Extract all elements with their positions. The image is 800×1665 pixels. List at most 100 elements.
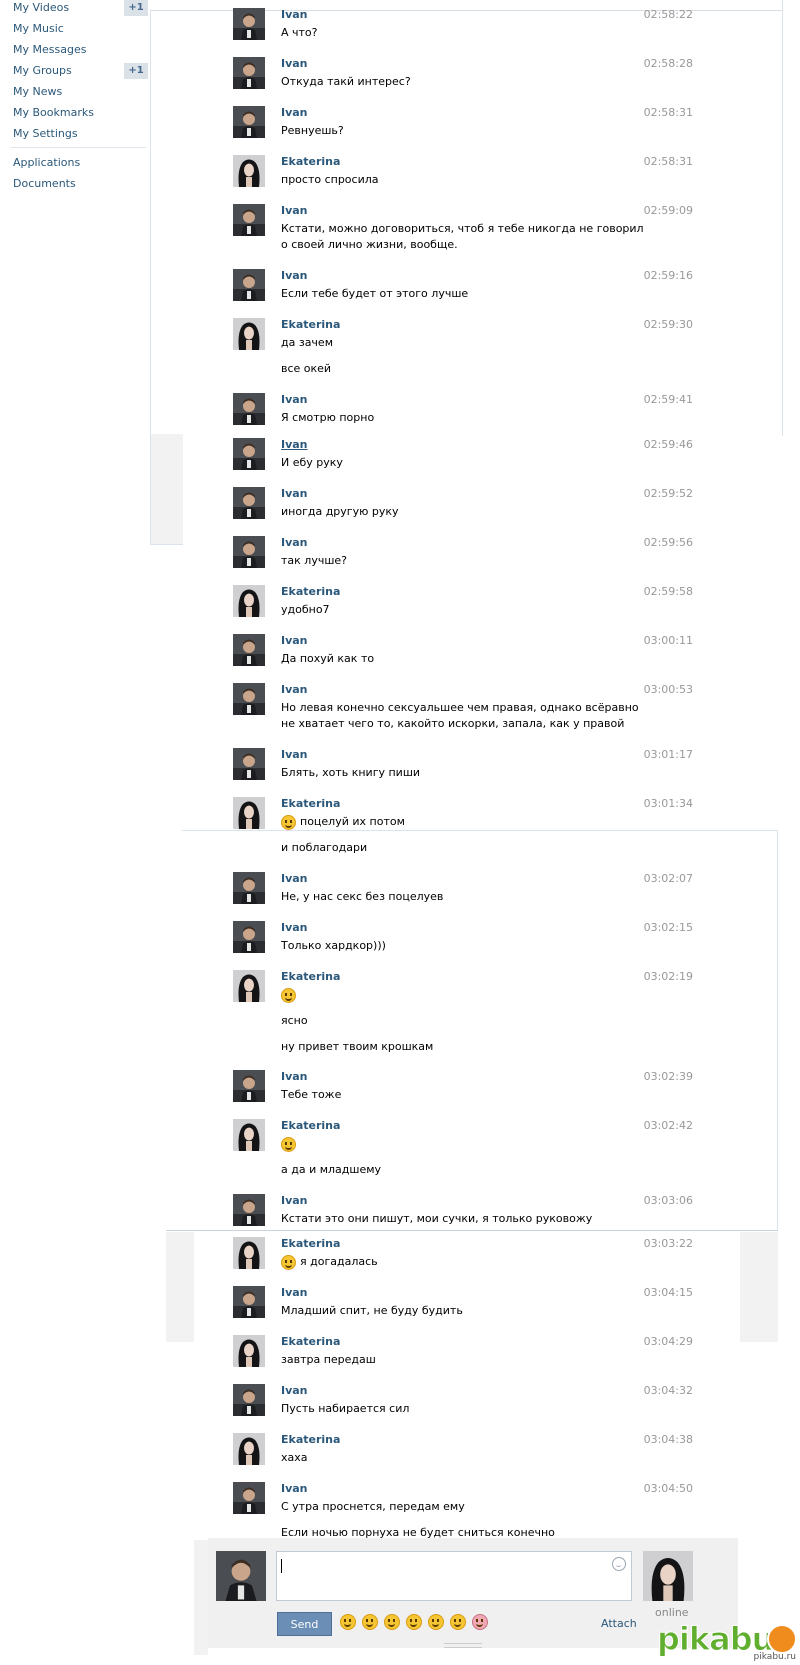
message-author[interactable]: Ivan	[281, 1286, 308, 1299]
message-author[interactable]: Ivan	[281, 8, 308, 21]
ekaterina-avatar[interactable]	[233, 585, 265, 617]
message-text-content: Младший спит, не буду будить	[281, 1304, 463, 1317]
message-time: 02:59:30	[643, 318, 693, 331]
attach-link[interactable]: Attach	[601, 1617, 637, 1630]
ekaterina-avatar[interactable]	[233, 155, 265, 187]
ivan-avatar[interactable]	[233, 634, 265, 666]
message-time: 02:59:16	[643, 269, 693, 282]
grin-icon[interactable]	[362, 1614, 378, 1630]
ekaterina-avatar[interactable]	[233, 797, 265, 829]
ivan-avatar[interactable]	[233, 106, 265, 138]
message-text-content: Да похуй как то	[281, 652, 375, 665]
sidebar-item-my-music[interactable]: My Music	[0, 21, 148, 42]
happy-icon[interactable]	[450, 1614, 466, 1630]
ivan-avatar[interactable]	[233, 204, 265, 236]
message-text-content: поцелуй их потом	[300, 815, 405, 828]
message-author[interactable]: Ivan	[281, 487, 308, 500]
message-text-content: Тебе тоже	[281, 1088, 342, 1101]
message-author[interactable]: Ekaterina	[281, 797, 340, 810]
ivan-avatar[interactable]	[233, 921, 265, 953]
message-text: удобно7	[281, 602, 651, 618]
message-author[interactable]: Ivan	[281, 921, 308, 934]
message-author[interactable]: Ivan	[281, 106, 308, 119]
send-button[interactable]: Send	[277, 1612, 332, 1636]
message-author[interactable]: Ivan	[281, 269, 308, 282]
sidebar-item-applications[interactable]: Applications	[0, 155, 148, 176]
ivan-avatar[interactable]	[233, 872, 265, 904]
ivan-avatar[interactable]	[233, 1286, 265, 1318]
message-time: 03:01:17	[643, 748, 693, 761]
message-text-content: Но левая конечно сексуальшее чем правая,…	[281, 701, 639, 730]
ivan-avatar[interactable]	[233, 683, 265, 715]
emoji-bar	[340, 1614, 494, 1634]
sidebar-item-my-settings[interactable]: My Settings	[0, 126, 148, 147]
message-author[interactable]: Ivan	[281, 393, 308, 406]
message-author[interactable]: Ivan	[281, 634, 308, 647]
smile-icon[interactable]	[340, 1614, 356, 1630]
resize-handle[interactable]	[444, 1643, 482, 1648]
sad-icon[interactable]	[428, 1614, 444, 1630]
message-author[interactable]: Ekaterina	[281, 1237, 340, 1250]
message-text-content: я догадалась	[300, 1255, 378, 1268]
emoji-picker-icon[interactable]	[612, 1557, 626, 1571]
message-input[interactable]	[276, 1551, 632, 1601]
sidebar-item-my-bookmarks[interactable]: My Bookmarks	[0, 105, 148, 126]
message-time: 03:04:15	[643, 1286, 693, 1299]
ivan-avatar[interactable]	[233, 1384, 265, 1416]
wink-icon[interactable]	[406, 1614, 422, 1630]
message-body: И ебу руку	[281, 455, 651, 471]
message-author[interactable]: Ekaterina	[281, 585, 340, 598]
message-time: 03:02:07	[643, 872, 693, 885]
ivan-avatar[interactable]	[233, 487, 265, 519]
ivan-avatar[interactable]	[233, 748, 265, 780]
message-author[interactable]: Ivan	[281, 536, 308, 549]
message-body: удобно7	[281, 602, 651, 618]
message-author[interactable]: Ivan	[281, 1194, 308, 1207]
panel-gray-gutter	[166, 1232, 194, 1342]
message-author[interactable]: Ivan	[281, 1070, 308, 1083]
ekaterina-avatar[interactable]	[233, 1335, 265, 1367]
message-author[interactable]: Ivan	[281, 872, 308, 885]
message-text-content: завтра передаш	[281, 1353, 376, 1366]
message-text-content: просто спросила	[281, 173, 379, 186]
ekaterina-avatar[interactable]	[233, 1433, 265, 1465]
ivan-avatar[interactable]	[233, 1194, 265, 1226]
ivan-avatar[interactable]	[233, 536, 265, 568]
message-author[interactable]: Ekaterina	[281, 155, 340, 168]
message-author[interactable]: Ekaterina	[281, 1119, 340, 1132]
ivan-avatar[interactable]	[233, 57, 265, 89]
message-author[interactable]: Ivan	[281, 1482, 308, 1495]
message-body: Если тебе будет от этого лучше	[281, 286, 651, 302]
message-author[interactable]: Ekaterina	[281, 970, 340, 983]
message-author[interactable]: Ivan	[281, 57, 308, 70]
message-author[interactable]: Ivan	[281, 204, 308, 217]
pig-icon[interactable]	[472, 1614, 488, 1630]
ivan-avatar[interactable]	[233, 1070, 265, 1102]
message-author[interactable]: Ekaterina	[281, 1433, 340, 1446]
sidebar-item-label: My Videos	[13, 1, 70, 14]
sidebar-item-my-messages[interactable]: My Messages	[0, 42, 148, 63]
sidebar-item-my-news[interactable]: My News	[0, 84, 148, 105]
ivan-avatar[interactable]	[233, 1482, 265, 1514]
contact-status: online	[655, 1606, 689, 1619]
contact-avatar[interactable]	[643, 1551, 693, 1601]
ekaterina-avatar[interactable]	[233, 970, 265, 1002]
sidebar-item-documents[interactable]: Documents	[0, 176, 148, 197]
ivan-avatar[interactable]	[233, 393, 265, 425]
ekaterina-avatar[interactable]	[233, 1119, 265, 1151]
ekaterina-avatar[interactable]	[233, 1237, 265, 1269]
message-text-content: И ебу руку	[281, 456, 343, 469]
message-author[interactable]: Ekaterina	[281, 318, 340, 331]
ekaterina-avatar[interactable]	[233, 318, 265, 350]
laugh-icon[interactable]	[384, 1614, 400, 1630]
message-author[interactable]: Ivan	[281, 1384, 308, 1397]
message-author[interactable]: Ekaterina	[281, 1335, 340, 1348]
message-author[interactable]: Ivan	[281, 683, 308, 696]
ivan-avatar[interactable]	[233, 8, 265, 40]
message-author[interactable]: Ivan	[281, 438, 308, 451]
sidebar-item-my-groups[interactable]: My Groups +1	[0, 63, 148, 84]
sidebar-item-my-videos[interactable]: My Videos +1	[0, 0, 148, 21]
ivan-avatar[interactable]	[233, 269, 265, 301]
message-author[interactable]: Ivan	[281, 748, 308, 761]
ivan-avatar[interactable]	[233, 438, 265, 470]
